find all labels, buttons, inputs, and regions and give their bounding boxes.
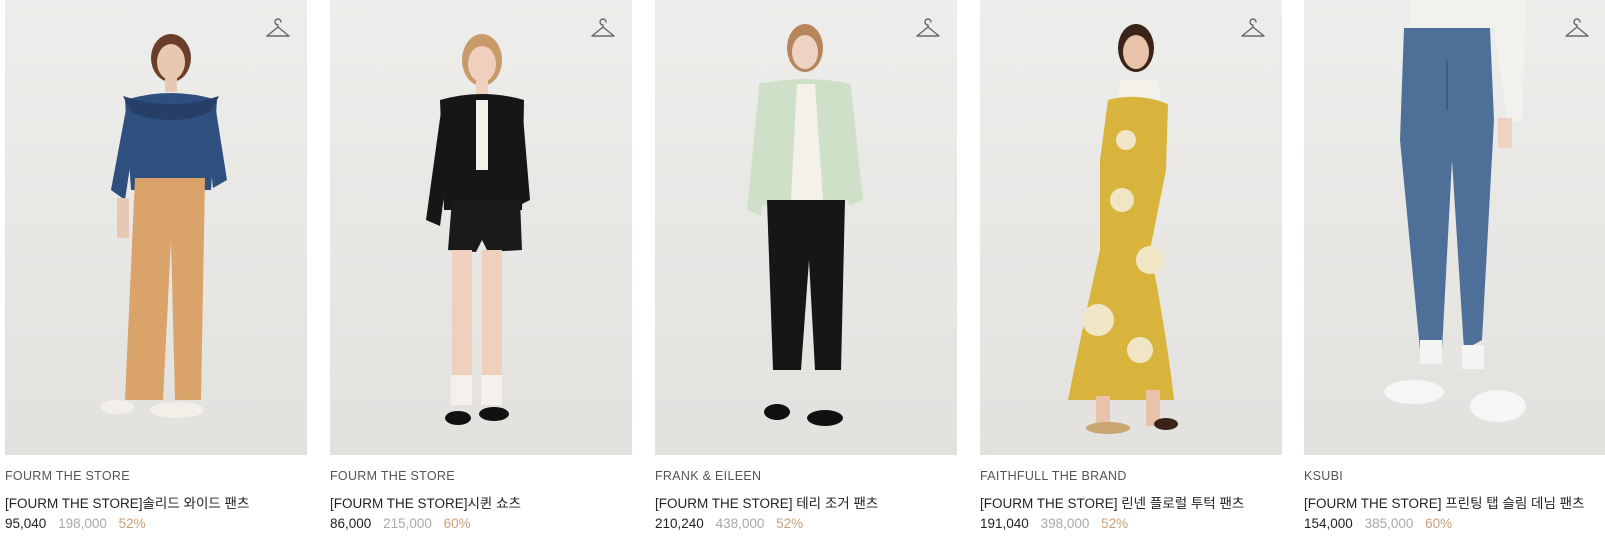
original-price: 385,000 xyxy=(1364,516,1414,531)
brand-name[interactable]: FRANK & EILEEN xyxy=(655,469,761,483)
product-image[interactable] xyxy=(330,0,632,455)
brand-name[interactable]: KSUBI xyxy=(1304,469,1343,483)
product-image[interactable] xyxy=(1304,0,1605,455)
sale-price: 191,040 xyxy=(980,516,1029,531)
product-card[interactable]: FOURM THE STORE [FOURM THE STORE]시퀸 쇼츠 8… xyxy=(330,0,632,540)
product-card[interactable]: KSUBI [FOURM THE STORE] 프린팅 탭 슬림 데님 팬츠 1… xyxy=(1304,0,1605,540)
model-figure xyxy=(100,34,227,418)
hanger-icon[interactable] xyxy=(1564,18,1590,40)
sale-price: 210,240 xyxy=(655,516,704,531)
hanger-icon[interactable] xyxy=(265,18,291,40)
discount-rate: 60% xyxy=(1425,516,1453,531)
original-price: 215,000 xyxy=(383,516,432,531)
product-card[interactable]: FOURM THE STORE [FOURM THE STORE]솔리드 와이드… xyxy=(5,0,307,540)
original-price: 438,000 xyxy=(715,516,765,531)
product-image[interactable] xyxy=(655,0,957,455)
product-image[interactable] xyxy=(980,0,1282,455)
product-card[interactable]: FRANK & EILEEN [FOURM THE STORE] 테리 조거 팬… xyxy=(655,0,957,540)
discount-rate: 52% xyxy=(776,516,804,531)
original-price: 398,000 xyxy=(1040,516,1090,531)
discount-rate: 52% xyxy=(118,516,146,531)
model-figure xyxy=(1068,24,1178,434)
product-name[interactable]: [FOURM THE STORE]솔리드 와이드 팬츠 xyxy=(5,492,249,512)
product-name[interactable]: [FOURM THE STORE] 테리 조거 팬츠 xyxy=(655,492,878,512)
brand-name[interactable]: FOURM THE STORE xyxy=(330,469,455,483)
product-name[interactable]: [FOURM THE STORE]시퀸 쇼츠 xyxy=(330,492,521,512)
sale-price: 86,000 xyxy=(330,516,372,531)
product-image[interactable] xyxy=(5,0,307,455)
brand-name[interactable]: FAITHFULL THE BRAND xyxy=(980,469,1127,483)
price-row: 191,040 398,000 52% xyxy=(980,516,1128,531)
product-name[interactable]: [FOURM THE STORE] 린넨 플로럴 투턱 팬츠 xyxy=(980,492,1244,512)
price-row: 154,000 385,000 60% xyxy=(1304,516,1452,531)
product-grid: FOURM THE STORE [FOURM THE STORE]솔리드 와이드… xyxy=(0,0,1605,540)
sale-price: 154,000 xyxy=(1304,516,1353,531)
discount-rate: 52% xyxy=(1101,516,1129,531)
price-row: 210,240 438,000 52% xyxy=(655,516,803,531)
hanger-icon[interactable] xyxy=(1240,18,1266,40)
hanger-icon[interactable] xyxy=(915,18,941,40)
brand-name[interactable]: FOURM THE STORE xyxy=(5,469,130,483)
model-figure xyxy=(1384,0,1526,422)
product-name[interactable]: [FOURM THE STORE] 프린팅 탭 슬림 데님 팬츠 xyxy=(1304,492,1584,512)
hanger-icon[interactable] xyxy=(590,18,616,40)
price-row: 95,040 198,000 52% xyxy=(5,516,146,531)
original-price: 198,000 xyxy=(58,516,107,531)
product-card[interactable]: FAITHFULL THE BRAND [FOURM THE STORE] 린넨… xyxy=(980,0,1282,540)
discount-rate: 60% xyxy=(443,516,471,531)
model-figure xyxy=(747,24,863,426)
model-figure xyxy=(426,34,530,425)
price-row: 86,000 215,000 60% xyxy=(330,516,471,531)
sale-price: 95,040 xyxy=(5,516,47,531)
